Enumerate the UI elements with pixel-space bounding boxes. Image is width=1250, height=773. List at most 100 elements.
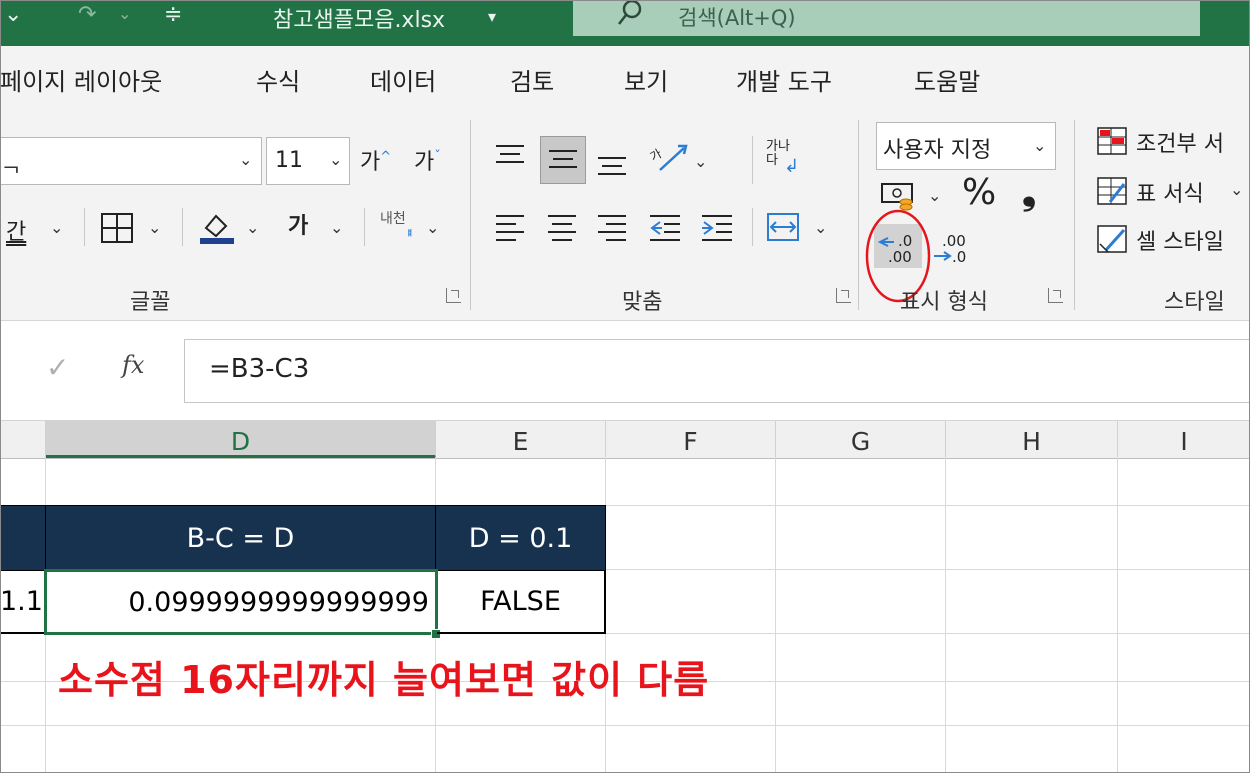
ribbon: ᆨ ⌄ 11 ⌄ 가^ 가ˇ 간 ⌄ ⌄ ⌄ 가 ⌄ 내천 ᅤ ⌄ 글꼴 가 ⌄… <box>0 112 1250 320</box>
chevron-down-icon[interactable]: ⌄ <box>814 218 827 237</box>
shrink-font-button[interactable]: 가ˇ <box>414 144 441 176</box>
number-dialog-launcher-icon[interactable] <box>1048 288 1063 303</box>
group-divider <box>470 120 471 310</box>
group-label-styles: 스타일 <box>1164 290 1225 315</box>
chevron-down-icon[interactable]: ⌄ <box>330 218 343 237</box>
tab-view[interactable]: 보기 <box>624 62 668 97</box>
divider <box>182 208 183 246</box>
group-label-alignment: 맞춤 <box>622 290 663 315</box>
align-right-icon[interactable] <box>596 212 630 242</box>
borders-icon[interactable] <box>100 212 136 244</box>
header-cell-d[interactable]: B-C = D <box>45 505 436 571</box>
phonetic-button[interactable]: 내천 <box>380 208 406 228</box>
underline-button[interactable]: 간 <box>6 214 26 246</box>
font-name-select[interactable]: ᆨ ⌄ <box>0 137 262 185</box>
formula-bar: ✓ fx =B3-C3 <box>0 320 1250 421</box>
column-header-e[interactable]: E <box>436 421 606 458</box>
cell-styles-button[interactable]: 셀 스타일 <box>1136 224 1224 256</box>
customize-toolbar-icon[interactable]: ≑ <box>164 2 182 27</box>
chevron-down-icon[interactable]: ⌄ <box>4 2 22 27</box>
chevron-down-icon[interactable]: ⌄ <box>118 4 131 23</box>
enter-check-icon[interactable]: ✓ <box>46 351 69 384</box>
divider <box>364 208 365 246</box>
menu-tabs: 페이지 레이아웃 수식 데이터 검토 보기 개발 도구 도움말 <box>0 46 1250 112</box>
grow-font-button[interactable]: 가^ <box>360 144 391 176</box>
fill-color-icon[interactable] <box>198 208 238 246</box>
font-size-value: 11 <box>275 148 303 173</box>
column-header-h[interactable]: H <box>946 421 1118 458</box>
align-bottom-icon[interactable] <box>596 150 630 180</box>
cell-styles-icon[interactable] <box>1096 224 1130 254</box>
conditional-formatting-icon[interactable] <box>1096 126 1130 156</box>
number-format-value: 사용자 지정 <box>883 138 992 163</box>
alignment-dialog-launcher-icon[interactable] <box>836 288 851 303</box>
cell-e3[interactable]: FALSE <box>437 570 606 634</box>
align-center-icon[interactable] <box>546 212 580 242</box>
file-menu-caret-icon[interactable]: ▾ <box>488 7 496 26</box>
percent-button[interactable]: % <box>962 172 996 213</box>
annotation-text: 소수점 16자리까지 늘여보면 값이 다름 <box>58 658 710 702</box>
search-box[interactable]: 검색(Alt+Q) <box>573 0 1200 36</box>
column-header-i[interactable]: I <box>1118 421 1250 458</box>
header-cell-c[interactable] <box>0 505 46 571</box>
increase-indent-icon[interactable] <box>700 212 736 242</box>
cell-c3[interactable]: 1.1 <box>0 570 46 634</box>
decrease-indent-icon[interactable] <box>648 212 684 242</box>
font-color-button[interactable]: 가 <box>288 208 308 240</box>
wrap-text-button[interactable]: 가나다 ↲ <box>766 138 806 182</box>
title-bar: ⌄ ↷ ⌄ ≑ 참고샘플모음.xlsx ▾ 검색(Alt+Q) <box>0 0 1250 46</box>
divider <box>84 208 85 246</box>
tab-review[interactable]: 검토 <box>510 62 554 97</box>
chevron-down-icon[interactable]: ⌄ <box>246 218 259 237</box>
chevron-down-icon: ⌄ <box>1033 136 1047 155</box>
file-name: 참고샘플모음.xlsx <box>273 8 446 33</box>
insert-function-button[interactable]: fx <box>122 351 144 379</box>
phonetic-icon: ᅤ <box>400 229 413 245</box>
chevron-down-icon[interactable]: ⌄ <box>694 152 707 171</box>
svg-text:.0: .0 <box>952 248 966 266</box>
chevron-down-icon: ⌄ <box>329 150 343 169</box>
divider <box>752 208 753 246</box>
column-header-d[interactable]: D <box>46 421 436 458</box>
align-left-icon[interactable] <box>494 212 528 242</box>
formula-input[interactable]: =B3-C3 <box>184 339 1250 403</box>
comma-style-button[interactable]: ❟ <box>1022 172 1036 214</box>
tab-formulas[interactable]: 수식 <box>256 62 300 97</box>
column-header-partial[interactable] <box>0 421 46 458</box>
cell-d3-selected[interactable]: 0.0999999999999999 <box>44 569 438 635</box>
tab-help[interactable]: 도움말 <box>914 62 980 97</box>
formula-text: =B3-C3 <box>209 354 310 384</box>
align-middle-button[interactable] <box>540 136 586 184</box>
chevron-down-icon[interactable]: ⌄ <box>928 186 941 205</box>
chevron-down-icon[interactable]: ⌄ <box>426 218 439 237</box>
font-size-select[interactable]: 11 ⌄ <box>266 137 350 185</box>
chevron-down-icon[interactable]: ⌄ <box>1230 180 1243 199</box>
conditional-formatting-button[interactable]: 조건부 서 <box>1136 126 1224 158</box>
svg-text:가: 가 <box>648 146 664 164</box>
tab-developer[interactable]: 개발 도구 <box>736 62 832 97</box>
align-middle-icon <box>549 150 577 168</box>
tab-data[interactable]: 데이터 <box>370 62 436 97</box>
search-icon <box>618 0 642 25</box>
chevron-down-icon[interactable]: ⌄ <box>148 218 161 237</box>
font-name-fragment: ᆨ <box>1 152 22 177</box>
chevron-down-icon[interactable]: ⌄ <box>50 218 63 237</box>
column-headers: D E F G H I <box>0 420 1250 459</box>
column-header-f[interactable]: F <box>606 421 776 458</box>
format-as-table-button[interactable]: 표 서식 <box>1136 176 1204 208</box>
number-format-select[interactable]: 사용자 지정 ⌄ <box>876 122 1056 170</box>
align-top-icon[interactable] <box>494 142 528 172</box>
orientation-icon[interactable]: 가 <box>648 140 688 176</box>
wrap-arrow-icon: ↲ <box>784 156 800 177</box>
format-as-table-icon[interactable] <box>1096 176 1130 206</box>
redo-icon[interactable]: ↷ <box>78 2 96 27</box>
group-divider <box>858 120 859 310</box>
group-label-font: 글꼴 <box>130 290 171 315</box>
chevron-down-icon: ⌄ <box>239 150 253 169</box>
merge-center-icon[interactable] <box>766 212 802 242</box>
tab-page-layout[interactable]: 페이지 레이아웃 <box>0 62 162 97</box>
search-input[interactable]: 검색(Alt+Q) <box>678 2 796 32</box>
column-header-g[interactable]: G <box>776 421 946 458</box>
header-cell-e[interactable]: D = 0.1 <box>435 505 606 571</box>
font-dialog-launcher-icon[interactable] <box>446 288 461 303</box>
